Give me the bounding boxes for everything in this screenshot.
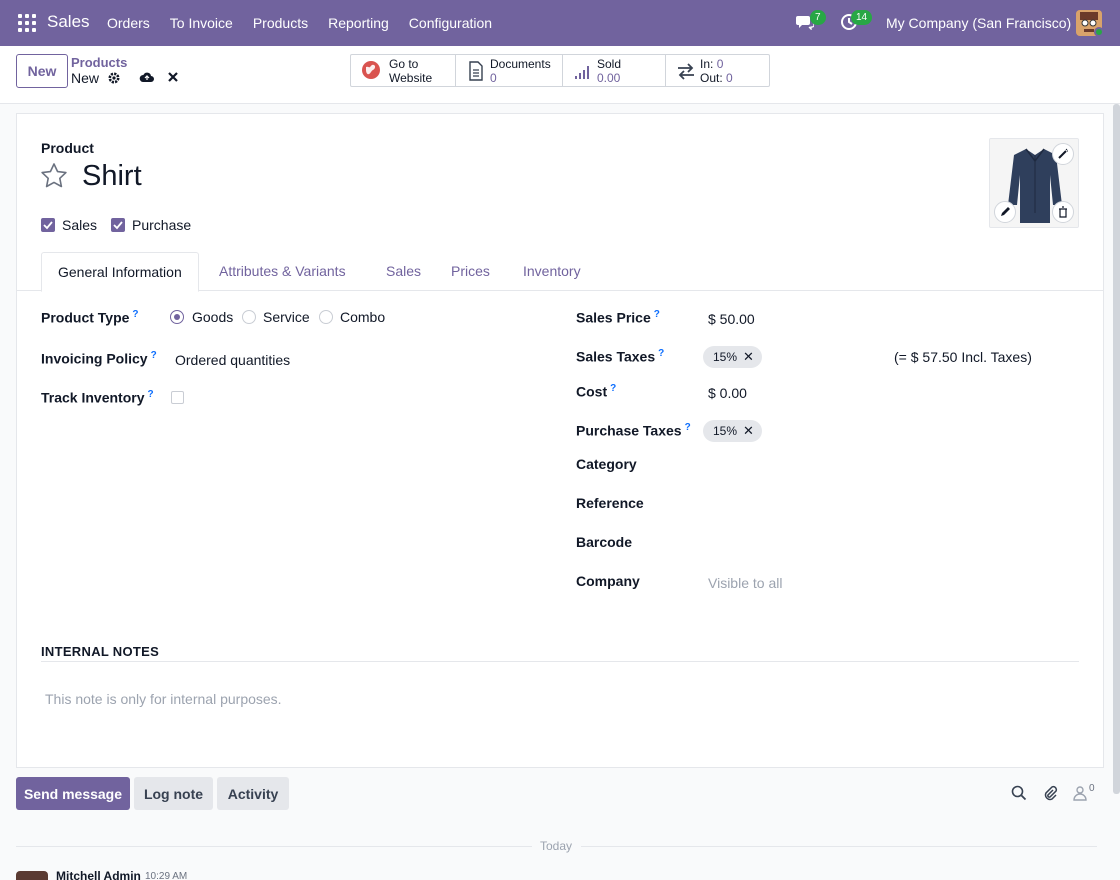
cost-input[interactable]: $ 0.00 [708,385,747,401]
remove-tag-icon[interactable]: ✕ [743,423,754,438]
app-name[interactable]: Sales [47,12,90,32]
favorite-star-icon[interactable] [40,162,68,190]
menu-reporting[interactable]: Reporting [328,15,389,31]
category-label: Category [576,456,637,472]
company-input[interactable]: Visible to all [708,575,782,591]
radio-goods-label[interactable]: Goods [192,309,233,325]
purchase-checkbox[interactable] [111,218,125,232]
tab-sales[interactable]: Sales [370,252,437,291]
tab-inventory[interactable]: Inventory [507,252,597,291]
company-label: Company [576,573,640,589]
menu-products[interactable]: Products [253,15,308,31]
internal-notes-title: INTERNAL NOTES [41,644,160,659]
log-note-button[interactable]: Log note [134,777,213,810]
radio-combo[interactable] [319,310,333,324]
help-tooltip-icon[interactable]: ? [148,389,154,400]
purchase-taxes-label: Purchase Taxes? [576,422,691,439]
radio-goods[interactable] [170,310,184,324]
company-switcher[interactable]: My Company (San Francisco) [886,15,1071,31]
help-tooltip-icon[interactable]: ? [132,309,138,320]
sales-price-input[interactable]: $ 50.00 [708,311,755,327]
menu-to-invoice[interactable]: To Invoice [170,15,233,31]
activity-button[interactable]: Activity [217,777,289,810]
help-tooltip-icon[interactable]: ? [151,350,157,361]
gear-icon[interactable] [108,72,120,84]
invoicing-policy-select[interactable]: Ordered quantities [175,352,290,368]
breadcrumb-current: New [71,70,100,86]
help-tooltip-icon[interactable]: ? [654,309,660,320]
go-to-website-button[interactable]: Go to Website [351,55,456,86]
breadcrumb-products[interactable]: Products [71,55,127,70]
globe-icon [362,61,380,79]
trash-icon[interactable] [1052,201,1074,223]
sales-checkbox[interactable] [41,218,55,232]
radio-combo-label[interactable]: Combo [340,309,385,325]
incl-taxes-text: (= $ 57.50 Incl. Taxes) [894,349,1032,365]
tab-prices[interactable]: Prices [435,252,506,291]
activities-badge: 14 [851,10,873,25]
help-tooltip-icon[interactable]: ? [685,422,691,433]
edit-pencil-icon[interactable] [994,201,1016,223]
magic-wand-icon[interactable] [1052,143,1074,165]
smart-buttons: Go to Website Documents 0 Sold 0.00 In: … [350,54,770,87]
apps-grid-icon[interactable] [18,14,36,32]
messages-badge: 7 [810,10,826,25]
tab-general-information[interactable]: General Information [41,252,199,292]
help-tooltip-icon[interactable]: ? [610,383,616,394]
today-divider-right [581,846,1097,847]
today-label: Today [540,839,573,853]
sales-tax-tag[interactable]: 15% ✕ [703,346,762,368]
discard-x-icon[interactable] [167,71,179,83]
message-author-avatar [16,871,48,880]
paperclip-icon[interactable] [1042,785,1058,801]
help-tooltip-icon[interactable]: ? [658,348,664,359]
internal-notes-input[interactable]: This note is only for internal purposes. [45,691,282,707]
cost-label: Cost? [576,383,617,400]
online-status-dot [1094,27,1104,37]
reference-label: Reference [576,495,644,511]
notes-divider [41,661,1079,662]
main-menu: Orders To Invoice Products Reporting Con… [107,15,512,31]
new-button[interactable]: New [16,54,68,88]
followers-count: 0 [1089,783,1095,794]
sold-button[interactable]: Sold 0.00 [563,55,666,86]
track-inventory-checkbox[interactable] [171,391,184,404]
form-tabs: General Information Attributes & Variant… [17,252,1103,292]
track-inventory-label: Track Inventory? [41,389,154,406]
sales-price-label: Sales Price? [576,309,660,326]
page-scrollbar[interactable] [1113,104,1120,794]
message-author[interactable]: Mitchell Admin [56,869,141,880]
remove-tag-icon[interactable]: ✕ [743,349,754,364]
product-name-field[interactable]: Shirt [82,160,142,193]
purchase-checkbox-label[interactable]: Purchase [132,217,191,233]
invoicing-policy-label: Invoicing Policy? [41,350,157,367]
save-cloud-icon[interactable] [139,71,155,83]
sales-taxes-label: Sales Taxes? [576,348,665,365]
in-out-button[interactable]: In: 0 Out: 0 [666,55,769,86]
transfer-arrows-icon [678,63,694,80]
product-type-label: Product Type? [41,309,139,326]
tab-attributes-variants[interactable]: Attributes & Variants [203,252,362,291]
chart-bars-icon [575,66,589,79]
menu-orders[interactable]: Orders [107,15,150,31]
send-message-button[interactable]: Send message [16,777,130,810]
purchase-tax-tag[interactable]: 15% ✕ [703,420,762,442]
documents-button[interactable]: Documents 0 [456,55,563,86]
search-icon[interactable] [1011,785,1027,801]
radio-service-label[interactable]: Service [263,309,310,325]
sales-checkbox-label[interactable]: Sales [62,217,97,233]
product-image[interactable] [989,138,1079,228]
form-sheet: Product Shirt Sales Purchase General Inf… [16,113,1104,768]
message-time: 10:29 AM [145,871,188,880]
today-divider-left [16,846,532,847]
document-icon [469,61,483,81]
radio-service[interactable] [242,310,256,324]
followers-icon[interactable] [1073,785,1089,801]
product-label: Product [41,140,94,156]
barcode-label: Barcode [576,534,633,550]
menu-configuration[interactable]: Configuration [409,15,492,31]
control-panel: New Products New Go to Website Documents… [0,46,1120,104]
